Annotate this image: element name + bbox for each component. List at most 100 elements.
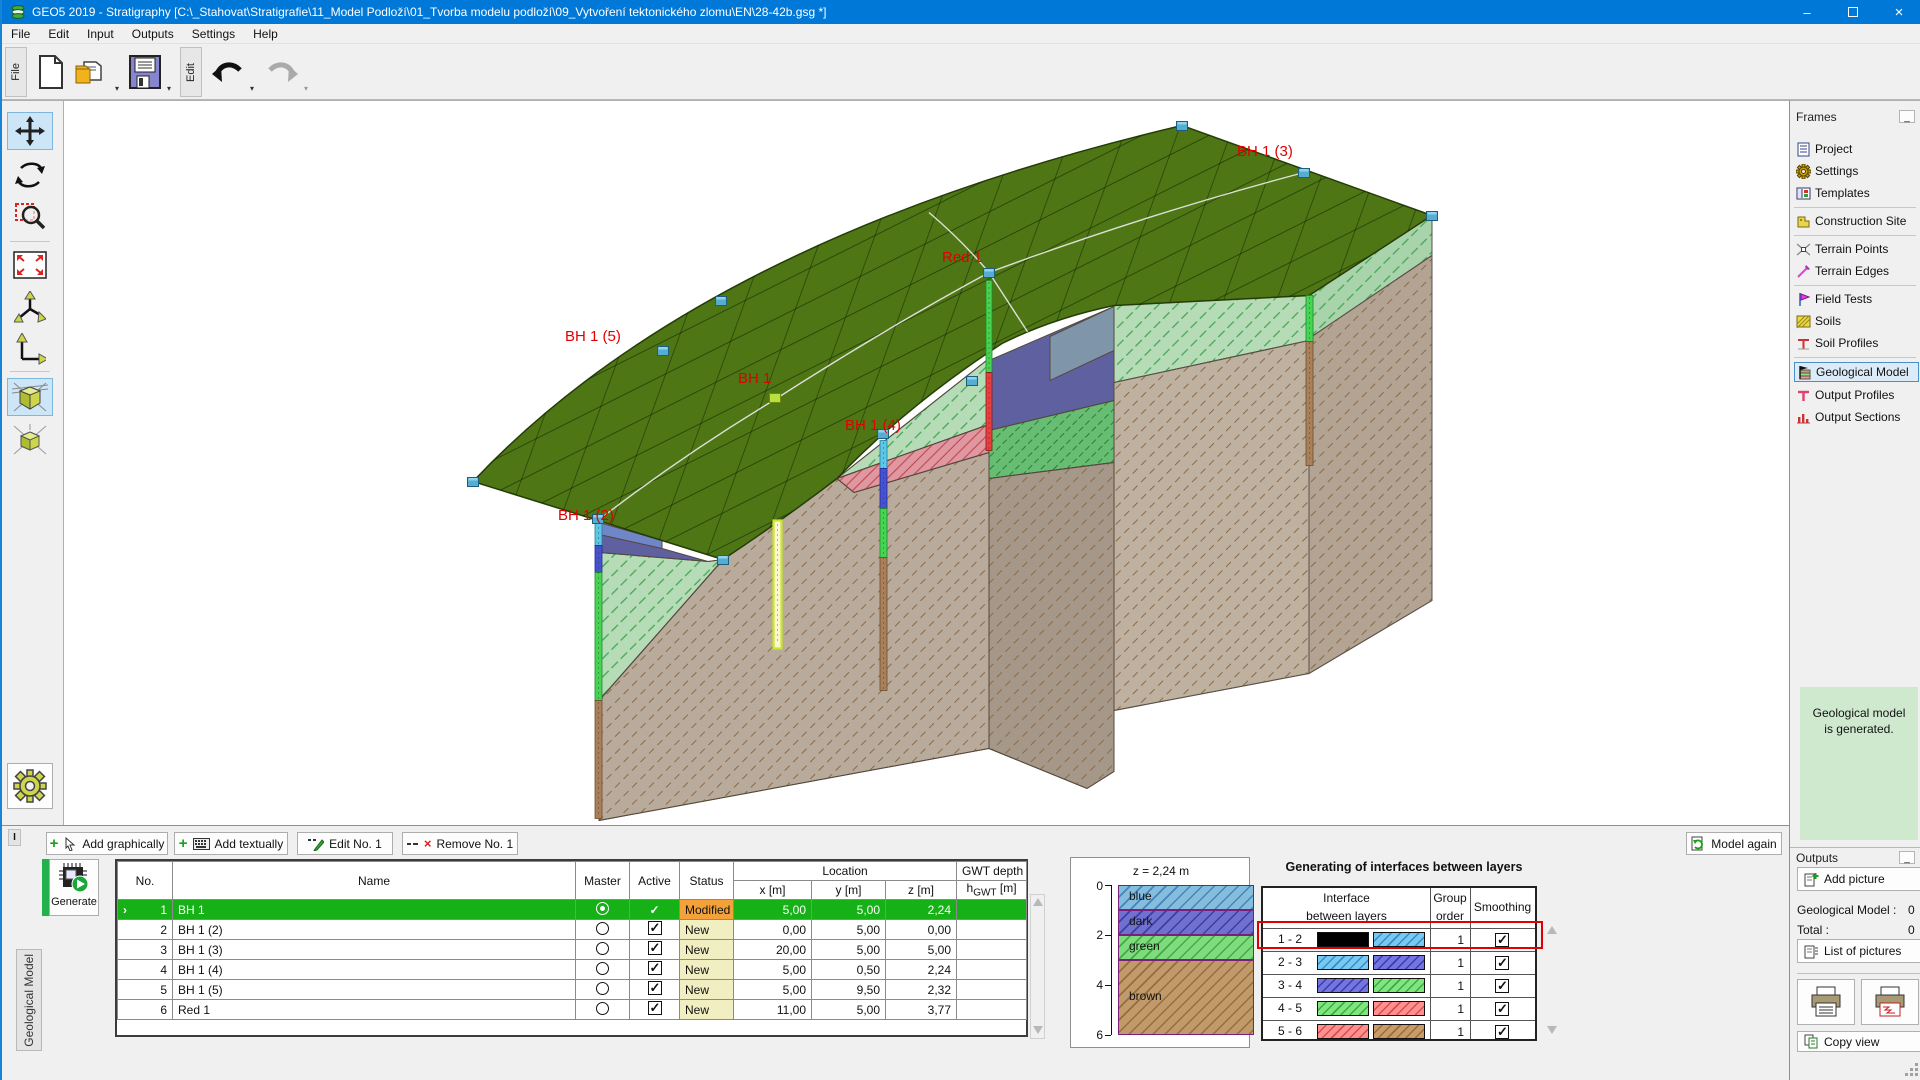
- smoothing-checkbox[interactable]: [1495, 1002, 1509, 1016]
- outputs-minimize-button[interactable]: _: [1899, 851, 1915, 864]
- table-row[interactable]: 6 Red 1 New 11,00 5,00 3,77: [118, 1000, 1027, 1020]
- borehole-table: No. Name Master Active Status Location G…: [115, 859, 1028, 1037]
- active-checkbox[interactable]: [648, 941, 662, 955]
- menu-help[interactable]: Help: [244, 24, 287, 44]
- cell-master[interactable]: [576, 900, 630, 920]
- interfaces-scroll-down[interactable]: [1547, 1026, 1557, 1034]
- master-radio[interactable]: [596, 902, 609, 915]
- frames-minimize-button[interactable]: _: [1899, 110, 1915, 123]
- geological-model-panel: I + Add graphically + Add textually Edit…: [2, 825, 1789, 1080]
- master-radio[interactable]: [596, 922, 609, 935]
- panel-handle[interactable]: I: [8, 829, 21, 846]
- add-picture-button[interactable]: Add picture: [1797, 867, 1920, 891]
- model-3d-viewport[interactable]: BH 1 (3) Red 1 BH 1 (5) BH 1 BH 1 (4) BH…: [64, 100, 1789, 825]
- frames-item-project[interactable]: Project: [1794, 139, 1919, 159]
- model-again-button[interactable]: Model again: [1686, 832, 1782, 855]
- table-row[interactable]: 2 BH 1 (2) New 0,00 5,00 0,00: [118, 920, 1027, 940]
- redo-dropdown-caret[interactable]: ▾: [304, 84, 308, 93]
- master-radio[interactable]: [596, 942, 609, 955]
- frames-item-field-tests[interactable]: Field Tests: [1794, 289, 1919, 309]
- active-checkbox[interactable]: [648, 1001, 662, 1015]
- open-file-button[interactable]: [74, 56, 110, 88]
- frames-item-geological-model[interactable]: Geological Model: [1794, 362, 1919, 382]
- rotate-tool-button[interactable]: [7, 156, 53, 194]
- cell-master[interactable]: [576, 980, 630, 1000]
- frames-item-terrain-edges[interactable]: Terrain Edges: [1794, 261, 1919, 281]
- view-settings-button[interactable]: [7, 763, 53, 809]
- frames-item-templates[interactable]: Templates: [1794, 183, 1919, 203]
- generate-button[interactable]: Generate: [49, 859, 99, 916]
- zoom-fit-button[interactable]: [7, 246, 53, 284]
- frames-item-soils[interactable]: Soils: [1794, 311, 1919, 331]
- menu-input[interactable]: Input: [78, 24, 123, 44]
- menu-edit[interactable]: Edit: [39, 24, 78, 44]
- table-row[interactable]: 3 BH 1 (3) New 20,00 5,00 5,00: [118, 940, 1027, 960]
- smoothing-checkbox[interactable]: [1495, 1025, 1509, 1039]
- edit-group-tab[interactable]: Edit: [180, 47, 202, 97]
- frames-item-construction-site[interactable]: Construction Site: [1794, 211, 1919, 231]
- table-scrollbar[interactable]: [1030, 894, 1045, 1039]
- active-checkbox[interactable]: [648, 981, 662, 995]
- save-button[interactable]: [128, 54, 162, 90]
- frames-item-soil-profiles[interactable]: Soil Profiles: [1794, 333, 1919, 353]
- title-bar[interactable]: GEO5 2019 - Stratigraphy [C:\_Stahovat\S…: [2, 0, 1920, 24]
- remove-no1-button[interactable]: × Remove No. 1: [402, 832, 518, 855]
- master-radio[interactable]: [596, 962, 609, 975]
- menu-settings[interactable]: Settings: [183, 24, 244, 44]
- borehole-label: BH 1 (3): [1237, 143, 1293, 160]
- resize-grip[interactable]: [1905, 1063, 1919, 1077]
- col-hgwt: hGWT [m]: [957, 881, 1027, 900]
- table-row[interactable]: 1 BH 1 ✓ Modified 5,00 5,00 2,24: [118, 900, 1027, 920]
- cell-master[interactable]: [576, 1000, 630, 1020]
- perspective-view-button[interactable]: [7, 378, 53, 416]
- new-file-button[interactable]: [36, 54, 66, 90]
- undo-button[interactable]: [210, 60, 244, 86]
- open-dropdown-caret[interactable]: ▾: [115, 84, 119, 93]
- close-button[interactable]: ×: [1876, 0, 1920, 24]
- print-selection-button[interactable]: [1861, 979, 1919, 1025]
- cell-active[interactable]: ✓: [630, 900, 680, 920]
- table-row[interactable]: 4 BH 1 (4) New 5,00 0,50 2,24: [118, 960, 1027, 980]
- frames-item-output-profiles[interactable]: Output Profiles: [1794, 385, 1919, 405]
- geological-model-tab[interactable]: Geological Model: [16, 949, 42, 1051]
- maximize-button[interactable]: [1830, 0, 1876, 24]
- master-radio[interactable]: [596, 1002, 609, 1015]
- active-checkbox[interactable]: [648, 961, 662, 975]
- frames-item-settings[interactable]: Settings: [1794, 161, 1919, 181]
- axonometry-view-button[interactable]: [7, 421, 53, 459]
- save-dropdown-caret[interactable]: ▾: [167, 84, 171, 93]
- menu-outputs[interactable]: Outputs: [123, 24, 183, 44]
- redo-button[interactable]: [266, 60, 300, 86]
- axes-3d-button[interactable]: [7, 289, 53, 327]
- cell-master[interactable]: [576, 960, 630, 980]
- cell-master[interactable]: [576, 940, 630, 960]
- frames-item-terrain-points[interactable]: Terrain Points: [1794, 239, 1919, 259]
- minimize-button[interactable]: –: [1784, 0, 1830, 24]
- edit-no1-button[interactable]: Edit No. 1: [297, 832, 393, 855]
- cell-master[interactable]: [576, 920, 630, 940]
- list-of-pictures-button[interactable]: List of pictures: [1797, 939, 1920, 963]
- axes-2d-button[interactable]: [7, 331, 53, 369]
- active-checkbox[interactable]: [648, 921, 662, 935]
- add-textually-button[interactable]: + Add textually: [174, 832, 288, 855]
- interfaces-scroll-up[interactable]: [1547, 926, 1557, 934]
- master-radio[interactable]: [596, 982, 609, 995]
- cell-active[interactable]: [630, 960, 680, 980]
- print-button[interactable]: [1797, 979, 1855, 1025]
- undo-dropdown-caret[interactable]: ▾: [250, 84, 254, 93]
- zoom-tool-button[interactable]: [7, 197, 53, 235]
- add-graphically-button[interactable]: + Add graphically: [46, 832, 168, 855]
- table-row[interactable]: 5 BH 1 (5) New 5,00 9,50 2,32: [118, 980, 1027, 1000]
- pan-tool-button[interactable]: [7, 112, 53, 150]
- menu-file[interactable]: File: [2, 24, 39, 44]
- generate-label: Generate: [50, 896, 98, 908]
- smoothing-checkbox[interactable]: [1495, 979, 1509, 993]
- cell-active[interactable]: [630, 920, 680, 940]
- frames-item-output-sections[interactable]: Output Sections: [1794, 407, 1919, 427]
- cell-active[interactable]: [630, 940, 680, 960]
- cell-active[interactable]: [630, 980, 680, 1000]
- smoothing-checkbox[interactable]: [1495, 956, 1509, 970]
- copy-view-button[interactable]: Copy view: [1797, 1031, 1920, 1052]
- cell-active[interactable]: [630, 1000, 680, 1020]
- file-group-tab[interactable]: File: [5, 47, 27, 97]
